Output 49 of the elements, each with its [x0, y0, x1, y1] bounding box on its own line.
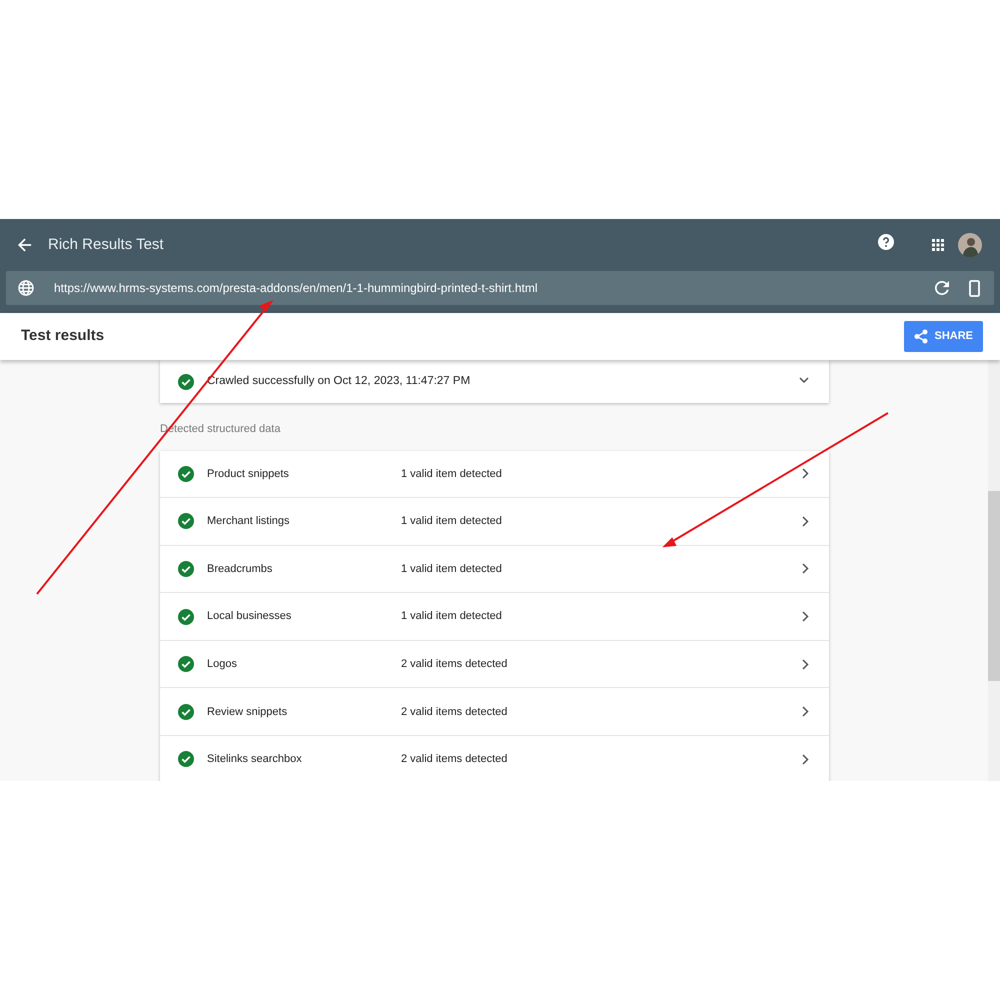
results-title: Test results: [21, 326, 104, 346]
apps-grid-icon[interactable]: [932, 239, 944, 251]
chevron-right-icon: [802, 516, 809, 527]
check-circle-icon: [178, 560, 194, 577]
item-name: Sitelinks searchbox: [207, 752, 303, 768]
item-name: Merchant listings: [207, 514, 291, 530]
reload-icon[interactable]: [935, 281, 949, 295]
check-circle-icon: [178, 513, 194, 530]
item-summary: 1 valid item detected: [401, 609, 502, 624]
check-circle-icon: [178, 751, 194, 768]
app-title: Rich Results Test: [48, 234, 164, 255]
avatar[interactable]: [958, 233, 982, 257]
chevron-right-icon: [802, 658, 809, 670]
scrollbar-thumb[interactable]: [988, 491, 1000, 681]
item-summary: 1 valid item detected: [401, 466, 502, 482]
mobile-device-icon[interactable]: [969, 280, 980, 296]
result-row[interactable]: Review snippets 2 valid items detected: [160, 688, 829, 736]
result-row[interactable]: Breadcrumbs 1 valid item detected: [160, 546, 829, 594]
check-circle-icon: [178, 466, 194, 482]
check-circle-icon: [178, 704, 194, 720]
expand-chevron-icon[interactable]: [799, 377, 809, 384]
chevron-right-icon: [802, 611, 809, 622]
item-name: Logos: [207, 656, 238, 672]
chevron-right-icon: [802, 468, 809, 480]
item-name: Local businesses: [207, 609, 292, 624]
item-summary: 1 valid item detected: [401, 514, 502, 530]
check-circle-icon: [178, 374, 194, 390]
result-row[interactable]: Local businesses 1 valid item detected: [160, 593, 829, 641]
check-circle-icon: [178, 608, 194, 625]
item-name: Product snippets: [207, 466, 290, 482]
item-name: Breadcrumbs: [207, 562, 274, 577]
check-circle-icon: [178, 656, 194, 672]
result-row[interactable]: Sitelinks searchbox 2 valid items detected: [160, 736, 829, 781]
chevron-right-icon: [802, 706, 809, 718]
item-summary: 1 valid item detected: [401, 562, 502, 577]
help-icon[interactable]: [878, 234, 894, 250]
item-summary: 2 valid items detected: [401, 656, 508, 672]
item-summary: 2 valid items detected: [401, 752, 508, 768]
share-icon: [914, 329, 928, 344]
back-arrow-icon[interactable]: [18, 238, 32, 252]
crawl-status-text: Crawled successfully on Oct 12, 2023, 11:47:27 PM: [207, 374, 470, 389]
scrollbar[interactable]: [988, 360, 1000, 781]
item-name: Review snippets: [207, 704, 288, 720]
result-row[interactable]: Logos 2 valid items detected: [160, 640, 829, 688]
chevron-right-icon: [802, 563, 809, 574]
share-button[interactable]: SHARE: [904, 321, 983, 352]
globe-icon: [18, 280, 34, 296]
item-summary: 2 valid items detected: [401, 704, 508, 720]
chevron-right-icon: [802, 754, 809, 765]
